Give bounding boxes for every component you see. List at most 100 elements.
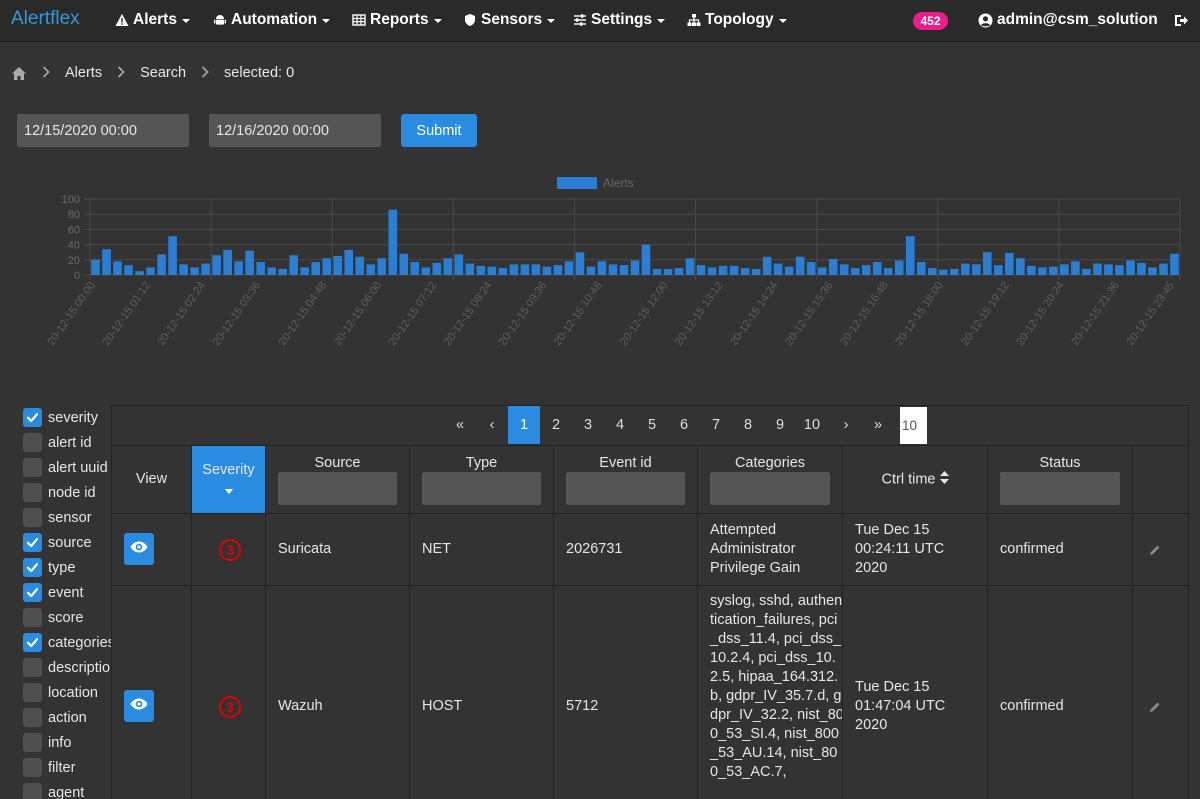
chart-bar[interactable] bbox=[972, 264, 981, 275]
edit-pencil-icon[interactable] bbox=[1149, 701, 1161, 713]
submit-button[interactable]: Submit bbox=[401, 114, 477, 147]
date-from-input[interactable] bbox=[17, 114, 189, 147]
chart-bar[interactable] bbox=[1104, 264, 1113, 275]
chart-bar[interactable] bbox=[729, 265, 739, 275]
pager-first[interactable]: « bbox=[444, 406, 476, 444]
breadcrumb-search[interactable]: Search bbox=[140, 65, 186, 81]
column-toggle-description[interactable]: description bbox=[23, 655, 113, 680]
nav-automation[interactable]: Automation bbox=[213, 11, 331, 29]
checkbox[interactable] bbox=[23, 783, 42, 799]
checkbox[interactable] bbox=[23, 633, 42, 652]
edit-pencil-icon[interactable] bbox=[1149, 544, 1161, 556]
chart-bar[interactable] bbox=[674, 268, 684, 275]
chart-bar[interactable] bbox=[961, 263, 970, 275]
chart-bar[interactable] bbox=[597, 261, 607, 275]
chart-bar[interactable] bbox=[1071, 261, 1080, 275]
column-toggle-categories[interactable]: categories bbox=[23, 630, 113, 655]
chart-bar[interactable] bbox=[718, 265, 728, 275]
nav-sensors[interactable]: Sensors bbox=[463, 11, 556, 29]
chart-bar[interactable] bbox=[828, 259, 838, 275]
chart-bar[interactable] bbox=[300, 267, 309, 275]
chart-bar[interactable] bbox=[608, 264, 618, 275]
chart-bar[interactable] bbox=[322, 258, 332, 275]
chart-bar[interactable] bbox=[817, 267, 827, 275]
header-severity[interactable]: Severity bbox=[192, 446, 266, 514]
source-filter-input[interactable] bbox=[278, 472, 397, 505]
chart-bar[interactable] bbox=[355, 256, 365, 275]
chart-bar[interactable] bbox=[762, 256, 772, 275]
chart-bar[interactable] bbox=[806, 262, 816, 275]
column-toggle-agent[interactable]: agent bbox=[23, 780, 113, 799]
chart-bar[interactable] bbox=[850, 268, 860, 275]
chart-bar[interactable] bbox=[190, 267, 199, 275]
chart-bar[interactable] bbox=[476, 265, 486, 275]
chart-bar[interactable] bbox=[1082, 268, 1091, 275]
view-button[interactable] bbox=[124, 690, 154, 722]
chart-bar[interactable] bbox=[1060, 264, 1069, 275]
pager-prev[interactable]: ‹ bbox=[476, 406, 508, 444]
column-toggle-info[interactable]: info bbox=[23, 730, 113, 755]
chart-bar[interactable] bbox=[278, 268, 287, 275]
checkbox[interactable] bbox=[23, 758, 42, 777]
chart-bar[interactable] bbox=[619, 265, 629, 275]
chart-bar[interactable] bbox=[201, 263, 210, 275]
pager-page[interactable]: 6 bbox=[668, 406, 700, 444]
chart-bar[interactable] bbox=[1159, 263, 1168, 275]
chart-bar[interactable] bbox=[1027, 265, 1036, 275]
nav-reports[interactable]: Reports bbox=[352, 11, 442, 29]
column-toggle-event[interactable]: event bbox=[23, 580, 113, 605]
chart-bar[interactable] bbox=[641, 244, 651, 275]
event-id-filter-input[interactable] bbox=[566, 472, 685, 505]
pager-page[interactable]: 3 bbox=[572, 406, 604, 444]
chart-bar[interactable] bbox=[586, 266, 596, 275]
chart-bar[interactable] bbox=[883, 268, 893, 275]
chart-bar[interactable] bbox=[91, 259, 100, 275]
chart-bar[interactable] bbox=[234, 261, 243, 275]
chart-bar[interactable] bbox=[179, 264, 188, 275]
checkbox[interactable] bbox=[23, 608, 42, 627]
column-toggle-source[interactable]: source bbox=[23, 530, 113, 555]
chart-bar[interactable] bbox=[267, 267, 276, 275]
status-filter-input[interactable] bbox=[1000, 472, 1120, 505]
pager-page[interactable]: 7 bbox=[700, 406, 732, 444]
alert-count-badge[interactable]: 452 bbox=[913, 12, 948, 30]
column-toggle-location[interactable]: location bbox=[23, 680, 113, 705]
chart-bar[interactable] bbox=[102, 249, 111, 275]
checkbox[interactable] bbox=[23, 658, 42, 677]
pager-page[interactable]: 1 bbox=[508, 406, 540, 444]
chart-bar[interactable] bbox=[707, 267, 717, 275]
date-to-input[interactable] bbox=[209, 114, 381, 147]
chart-bar[interactable] bbox=[1137, 262, 1146, 275]
chart-bar[interactable] bbox=[509, 264, 519, 275]
chart-bar[interactable] bbox=[135, 271, 144, 275]
chart-bar[interactable] bbox=[542, 266, 552, 275]
chart-bar[interactable] bbox=[839, 264, 849, 275]
categories-filter-input[interactable] bbox=[710, 472, 830, 505]
chart-bar[interactable] bbox=[399, 253, 409, 275]
chart-bar[interactable] bbox=[223, 249, 232, 275]
chart-bar[interactable] bbox=[784, 266, 794, 275]
chart-bar[interactable] bbox=[795, 256, 805, 275]
column-toggle-alert-id[interactable]: alert id bbox=[23, 430, 113, 455]
column-toggle-sensor[interactable]: sensor bbox=[23, 505, 113, 530]
chart-bar[interactable] bbox=[113, 261, 122, 275]
column-toggle-type[interactable]: type bbox=[23, 555, 113, 580]
chart-bar[interactable] bbox=[487, 266, 497, 275]
chart-bar[interactable] bbox=[289, 255, 298, 275]
chart-bar[interactable] bbox=[124, 265, 133, 275]
pager-page[interactable]: 5 bbox=[636, 406, 668, 444]
chart-bar[interactable] bbox=[443, 258, 453, 275]
checkbox[interactable] bbox=[23, 483, 42, 502]
chart-bar[interactable] bbox=[498, 268, 508, 275]
chart-bar[interactable] bbox=[1148, 267, 1157, 275]
chart-bar[interactable] bbox=[421, 267, 431, 275]
breadcrumb-alerts[interactable]: Alerts bbox=[65, 65, 102, 81]
checkbox[interactable] bbox=[23, 558, 42, 577]
checkbox[interactable] bbox=[23, 458, 42, 477]
type-filter-input[interactable] bbox=[422, 472, 541, 505]
chart-bar[interactable] bbox=[1170, 253, 1179, 275]
checkbox[interactable] bbox=[23, 683, 42, 702]
chart-bar[interactable] bbox=[366, 264, 376, 275]
pager-page[interactable]: 10 bbox=[796, 406, 828, 444]
checkbox[interactable] bbox=[23, 408, 42, 427]
